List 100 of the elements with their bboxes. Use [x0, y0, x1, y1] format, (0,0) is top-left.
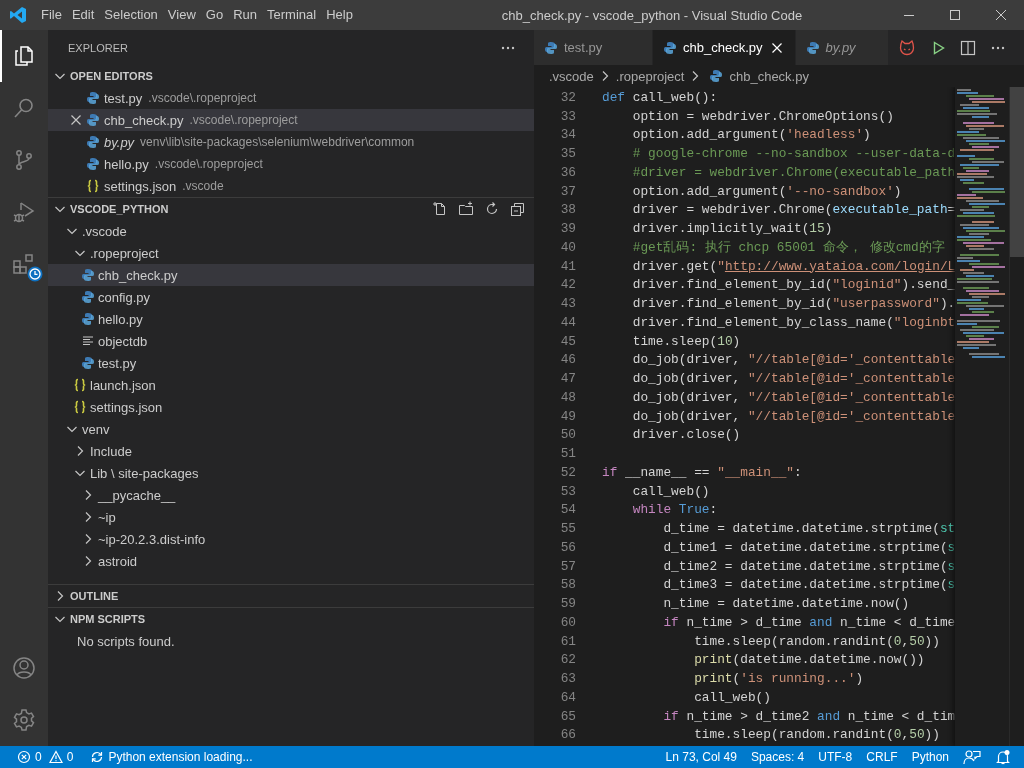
- code-line: driver.close(): [631, 427, 741, 443]
- tree-document[interactable]: launch.json: [48, 374, 534, 396]
- line-number: 55: [559, 521, 576, 537]
- line-number: 49: [559, 408, 576, 424]
- menu-item[interactable]: Selection: [99, 4, 163, 26]
- line-number: 47: [559, 371, 576, 387]
- breadcrumb-item[interactable]: chb_check.py: [729, 68, 809, 84]
- open-editor-item[interactable]: test.py .vscode\.ropeproject: [48, 87, 534, 109]
- open-editor-item[interactable]: hello.py .vscode\.ropeproject: [48, 153, 534, 175]
- status-item[interactable]: Spaces: 4: [743, 750, 812, 764]
- python-file-icon: [663, 40, 677, 55]
- section-header[interactable]: OPEN EDITORS: [48, 65, 534, 87]
- line-number: 46: [559, 352, 576, 368]
- tree-folder[interactable]: astroid: [48, 550, 534, 572]
- tree-document[interactable]: settings.json: [48, 396, 534, 418]
- section-header[interactable]: NPM SCRIPTS: [48, 607, 534, 630]
- line-number: 53: [559, 483, 576, 499]
- tree-document[interactable]: test.py: [48, 352, 534, 374]
- status-message[interactable]: Python extension loading...: [83, 750, 260, 764]
- editor-tab[interactable]: test.py: [534, 30, 653, 65]
- files-icon[interactable]: [12, 44, 36, 68]
- tree-folder[interactable]: Lib \ site-packages: [48, 462, 534, 484]
- tree-folder[interactable]: Include: [48, 440, 534, 462]
- lines-file-icon: [81, 334, 95, 348]
- open-editor-item[interactable]: chb_check.py .vscode\.ropeproject: [48, 109, 534, 131]
- python-file-icon: [86, 135, 100, 149]
- code-line: time.sleep(random.randint(0,50)): [693, 727, 940, 743]
- python-file-icon: [805, 40, 820, 55]
- section-header[interactable]: OUTLINE: [48, 584, 534, 607]
- code-line: n_time = datetime.datetime.now(): [662, 596, 910, 612]
- editor-tab[interactable]: chb_check.py: [653, 30, 796, 65]
- tree-folder[interactable]: venv: [48, 418, 534, 440]
- menu-item[interactable]: View: [162, 4, 201, 26]
- line-number: 42: [559, 277, 576, 293]
- breadcrumb-item[interactable]: .vscode: [549, 68, 594, 84]
- line-number: 66: [559, 727, 576, 743]
- feedback-icon[interactable]: [963, 749, 981, 765]
- menu-item[interactable]: File: [36, 4, 67, 26]
- python-file-icon: [86, 113, 100, 127]
- code-line: print(datetime.datetime.now()): [693, 652, 925, 668]
- tree-document[interactable]: config.py: [48, 286, 534, 308]
- open-editor-item[interactable]: by.py venv\lib\site-packages\selenium\webdriver\common: [48, 131, 534, 153]
- code-line: option = webdriver.ChromeOptions(): [631, 108, 894, 124]
- menu-item[interactable]: Terminal: [262, 4, 322, 26]
- code-line: d_time1 = datetime.datetime.strptime(s: [662, 539, 956, 555]
- line-number: 39: [559, 221, 576, 237]
- menu-item[interactable]: Go: [200, 4, 229, 26]
- tree-document[interactable]: chb_check.py: [48, 264, 534, 286]
- new-file-icon[interactable]: [432, 201, 448, 217]
- new-folder-icon[interactable]: [458, 201, 474, 217]
- code-line: driver.implicitly_wait(15): [631, 221, 833, 237]
- settings-icon[interactable]: [12, 708, 36, 732]
- python-file-icon: [81, 268, 95, 282]
- line-number: 41: [559, 258, 576, 274]
- open-editor-item[interactable]: settings.json .vscode: [48, 175, 534, 197]
- braces-file-icon: [73, 378, 87, 392]
- section-header[interactable]: VSCODE_PYTHON: [48, 198, 534, 220]
- tree-folder[interactable]: .ropeproject: [48, 242, 534, 264]
- extensions-icon[interactable]: [12, 252, 36, 276]
- tree-folder[interactable]: .vscode: [48, 220, 534, 242]
- status-item[interactable]: Ln 73, Col 49: [658, 750, 744, 764]
- status-item[interactable]: Python: [904, 750, 956, 764]
- python-file-icon: [86, 157, 100, 171]
- refresh-icon[interactable]: [484, 201, 500, 217]
- notifications-bell-icon[interactable]: [995, 749, 1011, 765]
- tree-folder[interactable]: ~ip-20.2.3.dist-info: [48, 528, 534, 550]
- minimap-drawing[interactable]: [957, 89, 1006, 358]
- status-item[interactable]: UTF-8: [811, 750, 860, 764]
- breadcrumb-item[interactable]: .ropeproject: [615, 68, 685, 84]
- cat-face-icon[interactable]: [898, 38, 916, 57]
- clock-badge-icon: [27, 266, 43, 282]
- menu-item[interactable]: Edit: [66, 4, 100, 26]
- menu-item[interactable]: Help: [321, 4, 358, 26]
- line-number: 51: [559, 446, 576, 462]
- tree-document[interactable]: objectdb: [48, 330, 534, 352]
- python-file-icon: [81, 356, 95, 370]
- code-line: option.add_argument('--no-sandbox'): [631, 183, 902, 199]
- account-icon[interactable]: [12, 656, 36, 680]
- code-line: do_job(driver, "//table[@id='_contenttable: [631, 408, 956, 424]
- menu-item[interactable]: Run: [228, 4, 262, 26]
- collapse-all-icon[interactable]: [510, 201, 526, 217]
- tree-folder[interactable]: ~ip: [48, 506, 534, 528]
- scrollbar-thumb[interactable]: [1010, 87, 1024, 257]
- search-icon[interactable]: [12, 96, 36, 120]
- status-item[interactable]: CRLF: [859, 750, 905, 764]
- tree-document[interactable]: hello.py: [48, 308, 534, 330]
- line-number: 48: [559, 389, 576, 405]
- run-debug-icon[interactable]: [12, 200, 36, 224]
- code-line: driver = webdriver.Chrome(executable_path=: [631, 202, 956, 218]
- python-file-icon: [709, 69, 724, 83]
- code-line: print('is running...'): [693, 671, 864, 687]
- code-line: #get乱码: 执行 chcp 65001 命令， 修改cmd的字: [631, 238, 945, 256]
- code-line: def call_web():: [602, 89, 718, 105]
- tree-folder[interactable]: __pycache__: [48, 484, 534, 506]
- problems-indicator[interactable]: 0 0: [10, 750, 84, 764]
- split-editor-icon[interactable]: [960, 39, 976, 56]
- window-title: chb_check.py - vscode_python - Visual Studio Code: [500, 7, 804, 23]
- line-number: 60: [559, 614, 576, 630]
- editor-tab[interactable]: by.py: [795, 30, 889, 65]
- code-line: d_time2 = datetime.datetime.strptime(s: [662, 558, 956, 574]
